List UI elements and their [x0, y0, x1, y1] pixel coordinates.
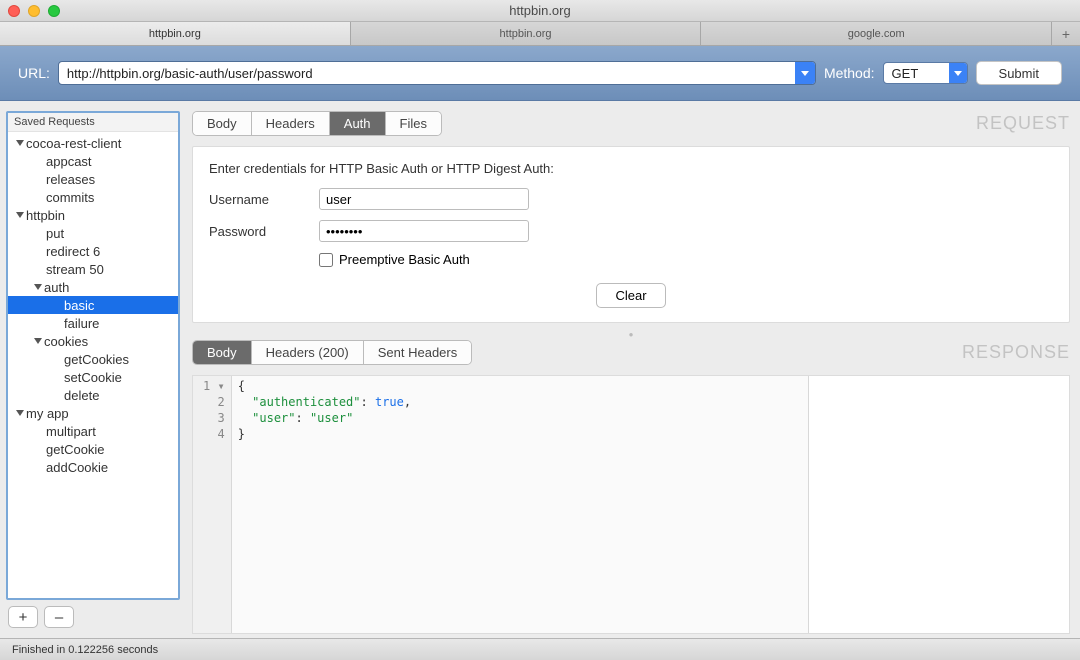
- tree-item[interactable]: failure: [8, 314, 178, 332]
- request-panel: Enter credentials for HTTP Basic Auth or…: [192, 146, 1070, 323]
- tree-item-label: setCookie: [64, 370, 122, 385]
- disclosure-triangle-icon: [16, 212, 24, 218]
- tree-item[interactable]: appcast: [8, 152, 178, 170]
- window-title: httpbin.org: [0, 3, 1080, 18]
- response-title: RESPONSE: [962, 342, 1070, 363]
- disclosure-triangle-icon: [34, 338, 42, 344]
- chevron-down-icon: [801, 71, 809, 76]
- sidebar: Saved Requests cocoa-rest-client appcast r…: [6, 111, 180, 634]
- saved-requests-panel: Saved Requests cocoa-rest-client appcast r…: [6, 111, 180, 600]
- tree-item[interactable]: multipart: [8, 422, 178, 440]
- response-tabs: BodyHeaders (200)Sent Headers: [192, 340, 472, 365]
- response-tab-sent-headers[interactable]: Sent Headers: [364, 341, 472, 364]
- saved-requests-header: Saved Requests: [8, 113, 178, 132]
- tree-item-label: httpbin: [26, 208, 65, 223]
- tree-item[interactable]: redirect 6: [8, 242, 178, 260]
- disclosure-triangle-icon: [16, 410, 24, 416]
- username-input[interactable]: [319, 188, 529, 210]
- saved-requests-tree: cocoa-rest-client appcast releases commits h…: [8, 132, 178, 598]
- tree-item-label: put: [46, 226, 64, 241]
- request-title: REQUEST: [976, 113, 1070, 134]
- username-label: Username: [209, 192, 319, 207]
- url-label: URL:: [18, 65, 50, 81]
- method-select[interactable]: GET: [883, 62, 968, 84]
- tree-item-label: delete: [64, 388, 99, 403]
- statusbar: Finished in 0.122256 seconds: [0, 638, 1080, 660]
- password-input[interactable]: [319, 220, 529, 242]
- password-label: Password: [209, 224, 319, 239]
- response-body[interactable]: { "authenticated": true, "user": "user" …: [232, 376, 808, 633]
- response-tab-body[interactable]: Body: [193, 341, 252, 364]
- tab-google[interactable]: google.com: [701, 22, 1052, 45]
- titlebar: httpbin.org: [0, 0, 1080, 22]
- tree-item-label: commits: [46, 190, 94, 205]
- tree-item-label: basic: [64, 298, 94, 313]
- tree-item[interactable]: auth: [8, 278, 178, 296]
- content: BodyHeadersAuthFiles REQUEST Enter crede…: [192, 111, 1070, 634]
- tree-item-label: auth: [44, 280, 69, 295]
- preemptive-auth-checkbox[interactable]: [319, 253, 333, 267]
- clear-button[interactable]: Clear: [596, 283, 665, 308]
- url-history-dropdown[interactable]: [795, 62, 815, 84]
- tree-item[interactable]: cocoa-rest-client: [8, 134, 178, 152]
- tree-item-label: appcast: [46, 154, 92, 169]
- urlbar: URL: Method: GET Submit: [0, 46, 1080, 101]
- tree-item[interactable]: addCookie: [8, 458, 178, 476]
- tree-item-label: releases: [46, 172, 95, 187]
- tree-item-label: my app: [26, 406, 69, 421]
- remove-request-button[interactable]: –: [44, 606, 74, 628]
- tab-httpbin-1[interactable]: httpbin.org: [0, 22, 351, 45]
- disclosure-triangle-icon: [34, 284, 42, 290]
- resize-handle[interactable]: ●: [192, 330, 1070, 339]
- tab-add-button[interactable]: +: [1052, 22, 1080, 45]
- request-tab-files[interactable]: Files: [386, 112, 441, 135]
- request-tabs: BodyHeadersAuthFiles: [192, 111, 442, 136]
- tree-item-label: cocoa-rest-client: [26, 136, 121, 151]
- method-dropdown-icon: [949, 63, 967, 83]
- tree-item-label: cookies: [44, 334, 88, 349]
- request-tab-body[interactable]: Body: [193, 112, 252, 135]
- submit-button[interactable]: Submit: [976, 61, 1062, 85]
- tree-item-label: addCookie: [46, 460, 108, 475]
- tree-item[interactable]: my app: [8, 404, 178, 422]
- tree-item-label: getCookie: [46, 442, 105, 457]
- auth-instructions: Enter credentials for HTTP Basic Auth or…: [209, 161, 1053, 176]
- tree-item-label: stream 50: [46, 262, 104, 277]
- method-label: Method:: [824, 65, 875, 81]
- tree-item[interactable]: getCookie: [8, 440, 178, 458]
- tree-item[interactable]: basic: [8, 296, 178, 314]
- preemptive-auth-label: Preemptive Basic Auth: [339, 252, 470, 267]
- main: Saved Requests cocoa-rest-client appcast r…: [0, 101, 1080, 638]
- tree-item[interactable]: stream 50: [8, 260, 178, 278]
- response-body-panel: 1 ▾234 { "authenticated": true, "user": …: [192, 375, 1070, 634]
- tree-item[interactable]: commits: [8, 188, 178, 206]
- add-request-button[interactable]: +: [8, 606, 38, 628]
- status-text: Finished in 0.122256 seconds: [12, 644, 158, 656]
- tree-item-label: getCookies: [64, 352, 129, 367]
- tree-item-label: redirect 6: [46, 244, 100, 259]
- line-gutter: 1 ▾234: [193, 376, 232, 633]
- request-tab-auth[interactable]: Auth: [330, 112, 386, 135]
- chevron-down-icon: [954, 71, 962, 76]
- tree-item-label: failure: [64, 316, 99, 331]
- tabbar: httpbin.org httpbin.org google.com +: [0, 22, 1080, 46]
- tree-item[interactable]: releases: [8, 170, 178, 188]
- response-side-panel: [809, 376, 1069, 633]
- tree-item[interactable]: cookies: [8, 332, 178, 350]
- tree-item-label: multipart: [46, 424, 96, 439]
- url-input-wrapper: [58, 61, 816, 85]
- tree-item[interactable]: getCookies: [8, 350, 178, 368]
- disclosure-triangle-icon: [16, 140, 24, 146]
- tree-item[interactable]: put: [8, 224, 178, 242]
- url-input[interactable]: [59, 66, 795, 81]
- tree-item[interactable]: delete: [8, 386, 178, 404]
- request-tab-headers[interactable]: Headers: [252, 112, 330, 135]
- tree-item[interactable]: httpbin: [8, 206, 178, 224]
- tab-httpbin-2[interactable]: httpbin.org: [351, 22, 702, 45]
- response-tab-headers-200-[interactable]: Headers (200): [252, 341, 364, 364]
- tree-item[interactable]: setCookie: [8, 368, 178, 386]
